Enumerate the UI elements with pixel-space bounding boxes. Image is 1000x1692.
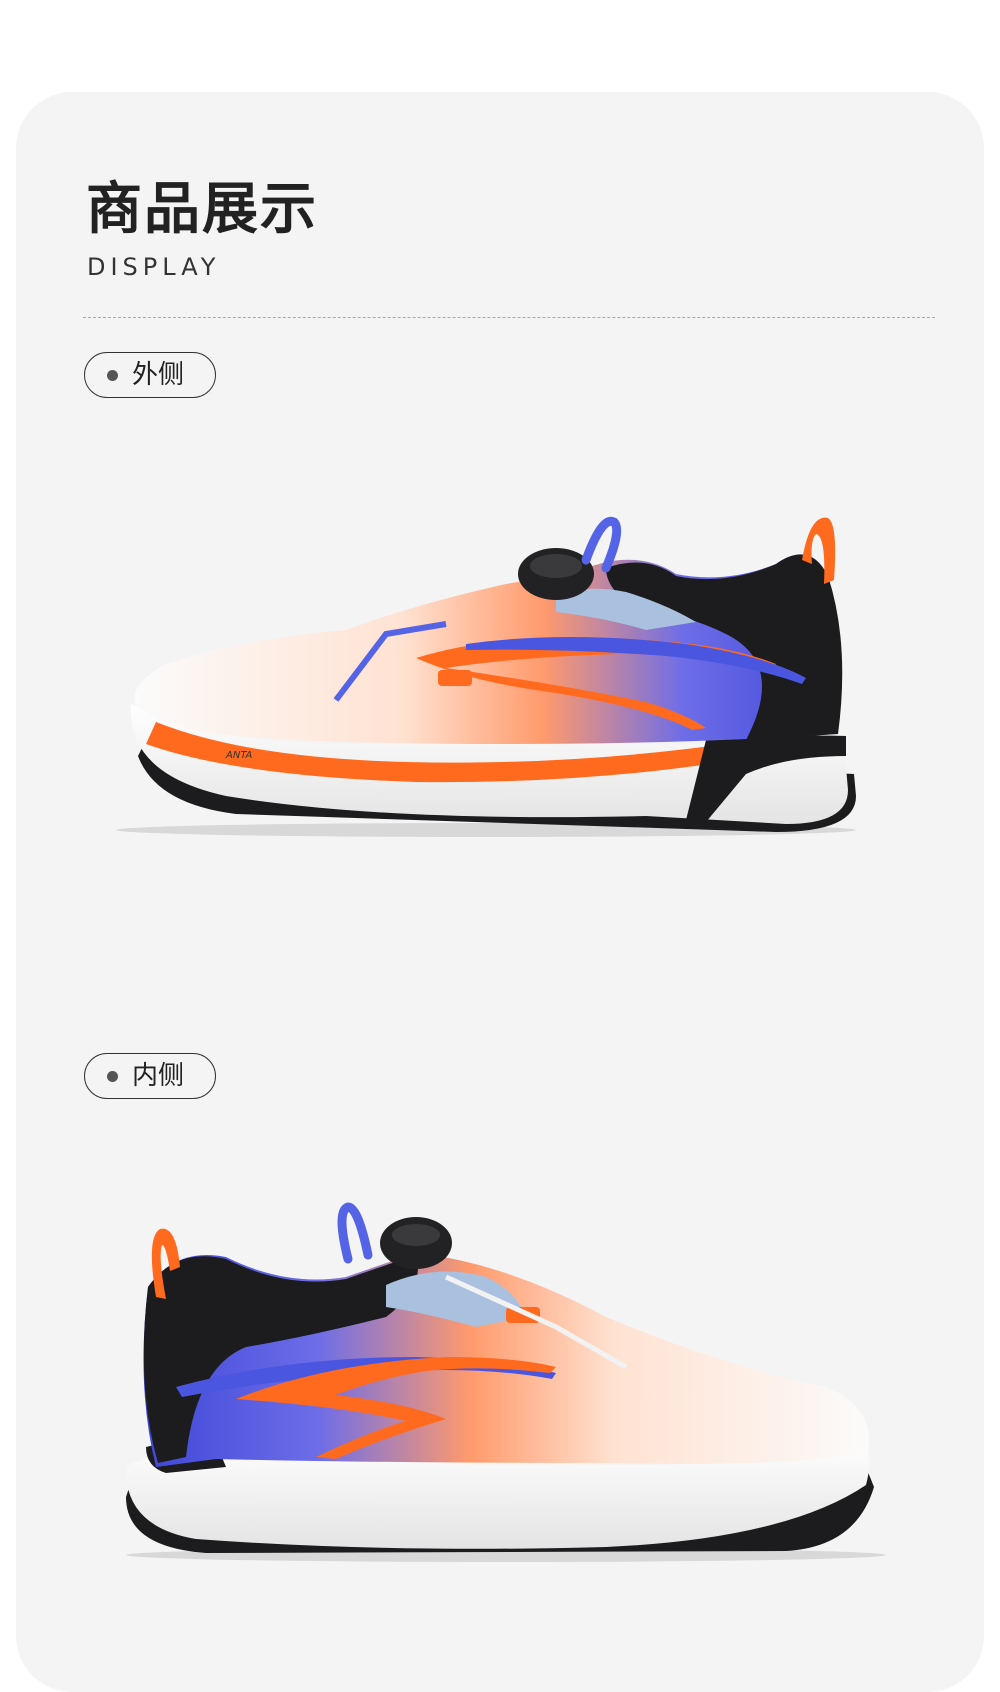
section-subtitle: DISPLAY xyxy=(87,253,221,281)
dial-pull-loop xyxy=(581,516,622,573)
shoe-lateral-image: ANTA xyxy=(116,516,856,837)
dashed-divider xyxy=(83,317,935,318)
bullet-dot-icon xyxy=(107,1070,118,1082)
bullet-dot-icon xyxy=(107,369,118,381)
section-title: 商品展示 xyxy=(86,177,318,242)
shoe-medial-image xyxy=(125,1202,886,1562)
brand-logo-text: ANTA xyxy=(225,750,253,761)
dial-pull-loop xyxy=(337,1202,373,1264)
view-tag-label: 外侧 xyxy=(132,360,185,390)
view-tag-medial: 内侧 xyxy=(84,1053,216,1099)
display-card: 商品展示 DISPLAY 外侧 ANTA 内侧 xyxy=(16,92,984,1692)
eyelet-orange xyxy=(438,670,472,686)
view-tag-lateral: 外侧 xyxy=(84,352,216,398)
view-tag-label: 内侧 xyxy=(132,1061,185,1091)
page: { "section": { "title": "商品展示", "subtitl… xyxy=(0,0,1000,1692)
